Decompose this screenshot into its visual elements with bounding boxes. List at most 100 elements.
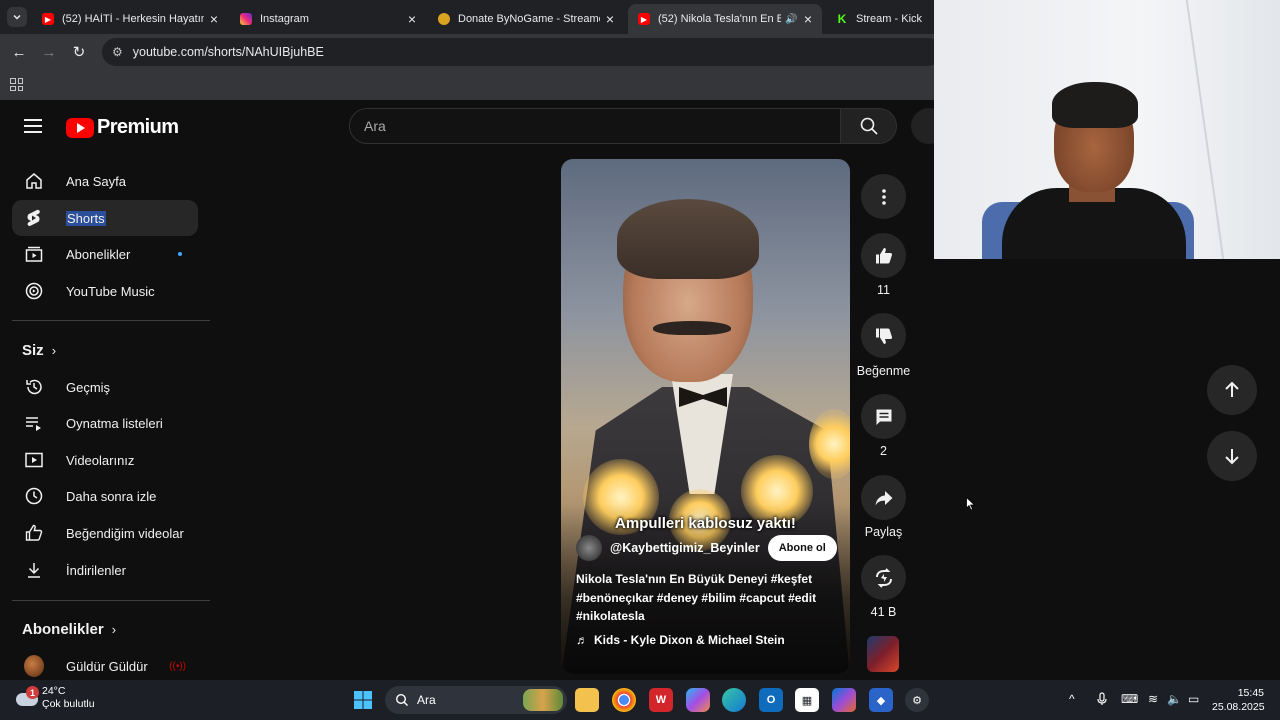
tab-title: (52) Nikola Tesla'nın En Büy <box>658 13 782 25</box>
weather-widget[interactable]: 1 24°C Çok bulutlu <box>14 685 95 711</box>
outlook-icon[interactable]: O <box>759 688 783 712</box>
close-tab-icon[interactable]: × <box>804 11 812 27</box>
browser-tab[interactable]: Donate ByNoGame - Streamer S × <box>428 4 624 34</box>
comment-icon <box>876 409 891 425</box>
speaker-icon[interactable]: 🔊 <box>785 14 797 25</box>
like-button[interactable] <box>861 233 906 278</box>
wps-office-icon[interactable]: W <box>649 688 673 712</box>
apps-grid-icon[interactable] <box>10 78 23 91</box>
battery-icon[interactable]: ▭ <box>1188 692 1199 706</box>
thumbs-up-icon <box>875 247 892 263</box>
system-clock[interactable]: 15:45 25.08.2025 <box>1212 686 1265 714</box>
remix-button[interactable] <box>861 555 906 600</box>
browser-tab[interactable]: K Stream - Kick Dash <box>826 4 934 34</box>
close-tab-icon[interactable]: × <box>606 11 614 27</box>
sidebar-item-subscriptions[interactable]: Abonelikler <box>12 236 198 272</box>
sidebar-item-shorts[interactable]: Shorts <box>12 200 198 236</box>
music-title: Kids - Kyle Dixon & Michael Stein <box>594 633 785 647</box>
edge-icon[interactable] <box>722 688 746 712</box>
section-label: Siz <box>22 342 44 359</box>
site-settings-icon[interactable]: ⚙ <box>112 45 123 59</box>
video-description[interactable]: Nikola Tesla'nın En Büyük Deneyi #keşfet… <box>576 570 836 626</box>
forward-arrow-icon[interactable]: → <box>34 44 64 61</box>
subscriptions-icon <box>24 244 44 264</box>
settings-gear-icon[interactable]: ⚙ <box>905 688 929 712</box>
file-explorer-icon[interactable] <box>575 688 599 712</box>
sidebar-item-playlists[interactable]: Oynatma listeleri <box>12 405 198 441</box>
windows-start-icon[interactable] <box>351 688 375 712</box>
sidebar-item-home[interactable]: Ana Sayfa <box>12 163 198 199</box>
video-caption: Ampulleri kablosuz yaktı! <box>615 515 796 532</box>
video-figure-mustache <box>653 321 731 335</box>
sidebar-item-youtube-music[interactable]: YouTube Music <box>12 273 198 309</box>
more-options-button[interactable] <box>861 174 906 219</box>
sound-thumbnail[interactable] <box>867 636 899 672</box>
search-button[interactable] <box>841 108 897 144</box>
channel-avatar <box>24 655 44 677</box>
you-section-title[interactable]: Siz › <box>22 342 56 359</box>
kick-favicon-icon: K <box>837 12 847 26</box>
tab-title: Donate ByNoGame - Streamer S <box>458 13 600 25</box>
shorts-icon <box>24 208 44 228</box>
search-icon <box>860 117 878 135</box>
notification-badge: 1 <box>26 686 39 699</box>
sidebar-item-liked-videos[interactable]: Beğendiğim videolar <box>12 515 198 551</box>
sidebar-item-label: Videolarınız <box>66 452 135 468</box>
channel-avatar[interactable] <box>576 535 602 561</box>
youtube-favicon-icon: ▶ <box>638 13 650 25</box>
sidebar-item-history[interactable]: Geçmiş <box>12 369 198 405</box>
more-vertical-icon <box>881 188 886 205</box>
sidebar-divider <box>12 320 210 321</box>
thumbs-down-icon <box>875 328 892 344</box>
search-placeholder: Ara <box>364 118 386 134</box>
browser-tab[interactable]: ▶ (52) HAİTİ - Herkesin Hayatını S × <box>32 4 228 34</box>
channel-name[interactable]: @Kaybettigimiz_Beyinler <box>610 541 760 555</box>
sidebar-item-downloads[interactable]: İndirilenler <box>12 552 198 588</box>
music-note-icon: ♬ <box>576 633 588 647</box>
remix-count: 41 B <box>870 605 897 619</box>
chevron-up-icon[interactable]: ^ <box>1069 692 1075 706</box>
sidebar-item-your-videos[interactable]: Videolarınız <box>12 442 198 478</box>
reload-icon[interactable]: ↻ <box>64 43 94 61</box>
microsoft-store-icon[interactable]: ▦ <box>795 688 819 712</box>
dislike-button[interactable] <box>861 313 906 358</box>
keyboard-icon[interactable]: ⌨ <box>1121 692 1138 706</box>
microphone-icon[interactable] <box>1097 692 1107 709</box>
sidebar-item-channel[interactable]: Güldür Güldür ((•)) <box>12 648 198 680</box>
sidebar-item-watch-later[interactable]: Daha sonra izle <box>12 478 198 514</box>
tab-search-button[interactable] <box>7 7 27 27</box>
dislike-label: Beğenme <box>856 364 911 378</box>
windows-taskbar: 1 24°C Çok bulutlu Ara W O ▦ ◆ ⚙ ^ ⌨ ≋ 🔈… <box>0 680 1280 720</box>
defender-icon[interactable]: ◆ <box>869 688 893 712</box>
close-tab-icon[interactable]: × <box>408 11 416 27</box>
address-bar[interactable]: ⚙ youtube.com/shorts/NAhUIBjuhBE <box>102 38 942 66</box>
m365-copilot-icon[interactable] <box>832 688 856 712</box>
menu-icon[interactable] <box>24 119 42 133</box>
arrow-up-icon <box>1225 381 1239 397</box>
sidebar: Ana Sayfa Shorts Abonelikler YouTube Mus… <box>0 156 220 680</box>
taskbar-search[interactable]: Ara <box>385 686 567 714</box>
share-button[interactable] <box>861 475 906 520</box>
volume-icon[interactable]: 🔈 <box>1167 692 1182 706</box>
back-arrow-icon[interactable]: ← <box>4 44 34 61</box>
chrome-icon[interactable] <box>612 688 636 712</box>
search-input[interactable]: Ara <box>349 108 841 144</box>
comments-button[interactable] <box>861 394 906 439</box>
sidebar-item-label: Geçmiş <box>66 379 111 395</box>
home-icon <box>24 171 44 191</box>
youtube-logo[interactable]: Premium <box>66 116 179 139</box>
search-highlight-image <box>523 689 563 711</box>
browser-tab[interactable]: Instagram × <box>230 4 426 34</box>
clock-date: 25.08.2025 <box>1212 701 1265 713</box>
wifi-icon[interactable]: ≋ <box>1148 692 1158 706</box>
next-short-button[interactable] <box>1207 431 1257 481</box>
short-video-player[interactable]: Ampulleri kablosuz yaktı! @Kaybettigimiz… <box>561 159 850 674</box>
subscribe-button[interactable]: Abone ol <box>767 535 837 561</box>
browser-tab-active[interactable]: ▶ (52) Nikola Tesla'nın En Büy 🔊 × <box>628 4 822 34</box>
copilot-icon[interactable] <box>686 688 710 712</box>
previous-short-button[interactable] <box>1207 365 1257 415</box>
subscriptions-section-title[interactable]: Abonelikler › <box>22 621 116 638</box>
sidebar-item-label: YouTube Music <box>66 283 155 299</box>
close-tab-icon[interactable]: × <box>210 11 218 27</box>
music-row[interactable]: ♬ Kids - Kyle Dixon & Michael Stein <box>576 633 785 647</box>
